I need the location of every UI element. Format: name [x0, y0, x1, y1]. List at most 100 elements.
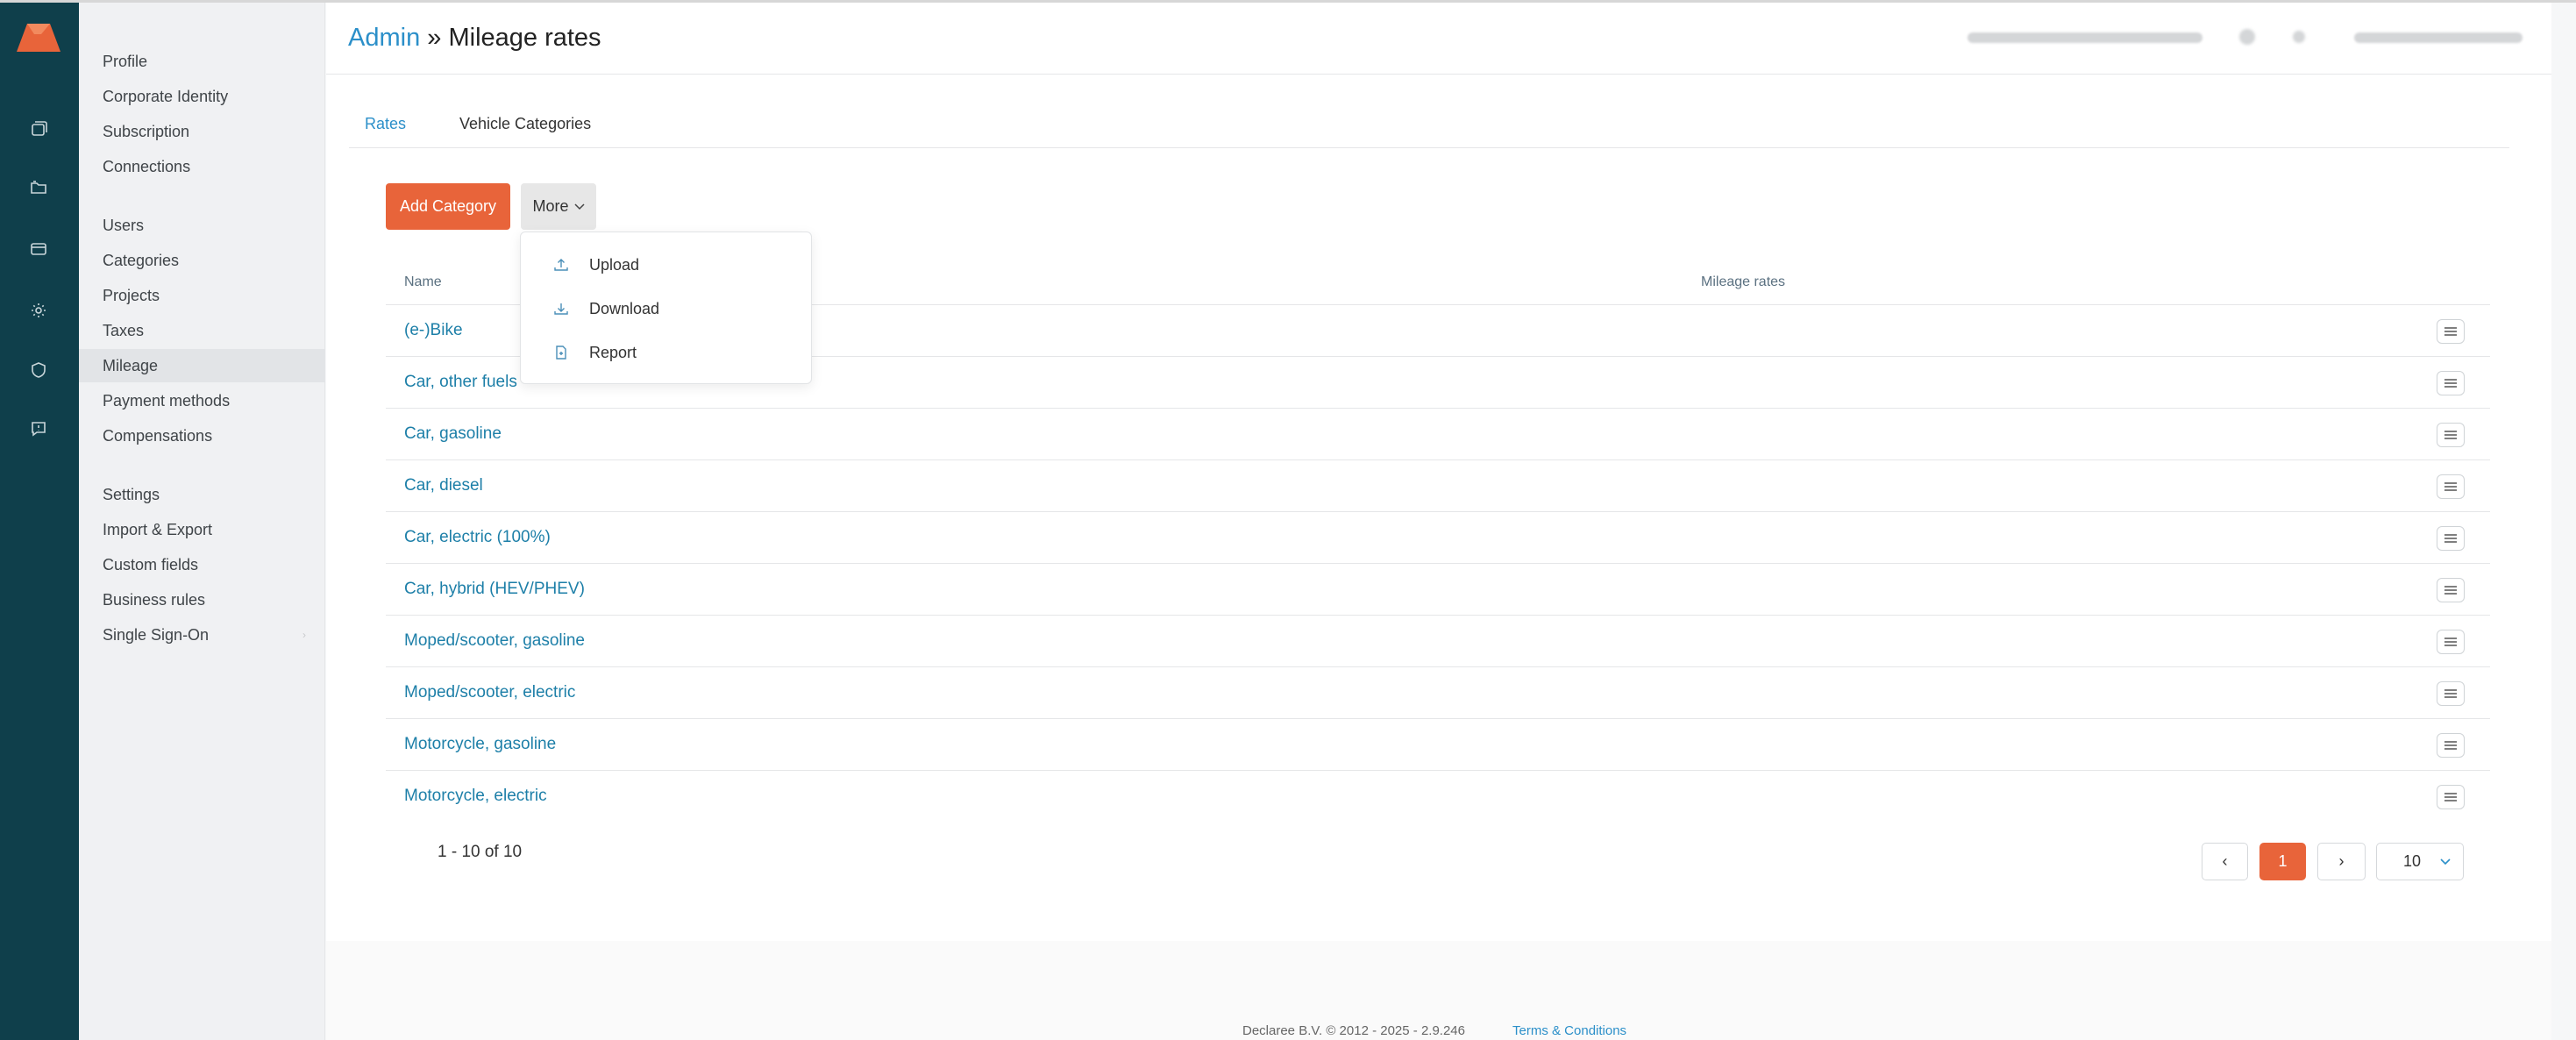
shield-icon[interactable] — [26, 358, 51, 382]
top-bar: Admin » Mileage rates — [326, 3, 2551, 75]
download-icon — [552, 300, 570, 317]
sidebar-item-profile[interactable]: Profile — [79, 45, 325, 78]
pagination-prev-button[interactable]: ‹ — [2202, 843, 2248, 880]
table-row: Motorcycle, gasoline — [386, 719, 2490, 771]
app-logo-icon[interactable] — [15, 20, 62, 53]
hamburger-icon — [2444, 482, 2457, 491]
sidebar-item-corporate-identity[interactable]: Corporate Identity — [79, 80, 325, 113]
menu-item-label: Upload — [589, 255, 640, 274]
breadcrumb-separator: » — [427, 24, 442, 52]
menu-item-label: Download — [589, 299, 660, 317]
gear-icon[interactable] — [26, 298, 51, 323]
category-link[interactable]: Car, diesel — [404, 476, 483, 495]
table-row: Motorcycle, electric — [386, 771, 2490, 823]
help-icon[interactable] — [2293, 31, 2305, 43]
category-link[interactable]: Motorcycle, electric — [404, 787, 547, 806]
report-icon — [552, 344, 570, 361]
tab-rates[interactable]: Rates — [365, 115, 406, 133]
hamburger-icon — [2444, 586, 2457, 595]
tab-bar: Rates Vehicle Categories — [349, 115, 2509, 148]
row-menu-button[interactable] — [2437, 681, 2465, 706]
pagination-info: 1 - 10 of 10 — [438, 843, 523, 861]
more-button[interactable]: More — [521, 183, 596, 230]
category-link[interactable]: Car, other fuels — [404, 373, 517, 392]
hamburger-icon — [2444, 741, 2457, 750]
table-row: Car, diesel — [386, 460, 2490, 512]
column-header-name[interactable]: Name — [404, 274, 442, 290]
sidebar-item-compensations[interactable]: Compensations — [79, 419, 325, 452]
hamburger-icon — [2444, 689, 2457, 698]
sidebar-item-mileage[interactable]: Mileage — [79, 349, 325, 382]
menu-item-download[interactable]: Download — [521, 287, 813, 331]
folder-icon[interactable] — [26, 175, 51, 200]
content-panel: Rates Vehicle Categories Add Category Mo… — [326, 75, 2551, 941]
sidebar-item-users[interactable]: Users — [79, 209, 325, 242]
category-link[interactable]: Car, hybrid (HEV/PHEV) — [404, 580, 585, 599]
page-title-text: Mileage rates — [448, 24, 601, 52]
pagination-next-button[interactable]: › — [2317, 843, 2366, 880]
page-size-value: 10 — [2403, 852, 2422, 870]
category-link[interactable]: Motorcycle, gasoline — [404, 735, 556, 754]
footer-copyright: Declaree B.V. © 2012 - 2025 - 2.9.246 — [1242, 1023, 1465, 1038]
category-link[interactable]: Car, gasoline — [404, 424, 502, 444]
stack-icon[interactable] — [26, 117, 51, 141]
hamburger-icon — [2444, 534, 2457, 543]
page-title: Admin » Mileage rates — [348, 24, 601, 53]
sidebar-item-business-rules[interactable]: Business rules — [79, 583, 325, 616]
terms-link[interactable]: Terms & Conditions — [1512, 1023, 1626, 1038]
add-category-button[interactable]: Add Category — [386, 183, 510, 230]
tab-vehicle-categories[interactable]: Vehicle Categories — [459, 115, 591, 133]
hamburger-icon — [2444, 379, 2457, 388]
sidebar-item-import-export[interactable]: Import & Export — [79, 513, 325, 546]
sidebar-item-settings[interactable]: Settings — [79, 478, 325, 511]
footer: Declaree B.V. © 2012 - 2025 - 2.9.246 Te… — [326, 941, 2551, 1040]
hamburger-icon — [2444, 431, 2457, 439]
sidebar-item-single-sign-on[interactable]: Single Sign-On › — [79, 618, 325, 652]
row-menu-button[interactable] — [2437, 423, 2465, 447]
hamburger-icon — [2444, 793, 2457, 801]
icon-rail — [0, 3, 79, 1040]
more-dropdown-menu: Upload Download Report — [520, 232, 812, 384]
row-menu-button[interactable] — [2437, 578, 2465, 602]
category-link[interactable]: (e-)Bike — [404, 321, 463, 340]
card-icon[interactable] — [26, 237, 51, 261]
table-row: Car, hybrid (HEV/PHEV) — [386, 564, 2490, 616]
sidebar-item-taxes[interactable]: Taxes — [79, 314, 325, 347]
pagination-page-1[interactable]: 1 — [2259, 843, 2306, 880]
column-header-mileage-rates: Mileage rates — [1701, 274, 1786, 289]
category-link[interactable]: Moped/scooter, electric — [404, 683, 575, 702]
category-link[interactable]: Car, electric (100%) — [404, 528, 551, 547]
more-button-label: More — [532, 197, 569, 215]
sidebar-item-custom-fields[interactable]: Custom fields — [79, 548, 325, 581]
notifications-icon[interactable] — [2239, 29, 2255, 45]
chevron-down-icon — [2440, 858, 2451, 865]
page-size-select[interactable]: 10 — [2376, 843, 2464, 880]
row-menu-button[interactable] — [2437, 526, 2465, 551]
admin-sidebar: Profile Corporate Identity Subscription … — [79, 3, 325, 1040]
row-menu-button[interactable] — [2437, 733, 2465, 758]
table-row: Moped/scooter, gasoline — [386, 616, 2490, 667]
sidebar-item-payment-methods[interactable]: Payment methods — [79, 384, 325, 417]
hamburger-icon — [2444, 638, 2457, 646]
menu-item-report[interactable]: Report — [521, 331, 813, 374]
row-menu-button[interactable] — [2437, 371, 2465, 395]
sidebar-item-projects[interactable]: Projects — [79, 279, 325, 312]
row-menu-button[interactable] — [2437, 630, 2465, 654]
row-menu-button[interactable] — [2437, 785, 2465, 809]
breadcrumb-admin[interactable]: Admin — [348, 24, 420, 52]
table-row: Car, electric (100%) — [386, 512, 2490, 564]
main-area: Admin » Mileage rates Rates Vehicle Cate… — [326, 3, 2551, 1040]
category-link[interactable]: Moped/scooter, gasoline — [404, 631, 585, 651]
sidebar-item-connections[interactable]: Connections — [79, 150, 325, 183]
hamburger-icon — [2444, 327, 2457, 336]
sidebar-item-subscription[interactable]: Subscription — [79, 115, 325, 148]
menu-item-upload[interactable]: Upload — [521, 243, 813, 287]
row-menu-button[interactable] — [2437, 474, 2465, 499]
row-menu-button[interactable] — [2437, 319, 2465, 344]
company-switcher[interactable] — [1968, 32, 2202, 43]
chat-icon[interactable] — [26, 417, 51, 441]
user-menu[interactable] — [2354, 32, 2523, 43]
menu-item-label: Report — [589, 343, 637, 361]
upload-icon — [552, 256, 570, 274]
sidebar-item-categories[interactable]: Categories — [79, 244, 325, 277]
